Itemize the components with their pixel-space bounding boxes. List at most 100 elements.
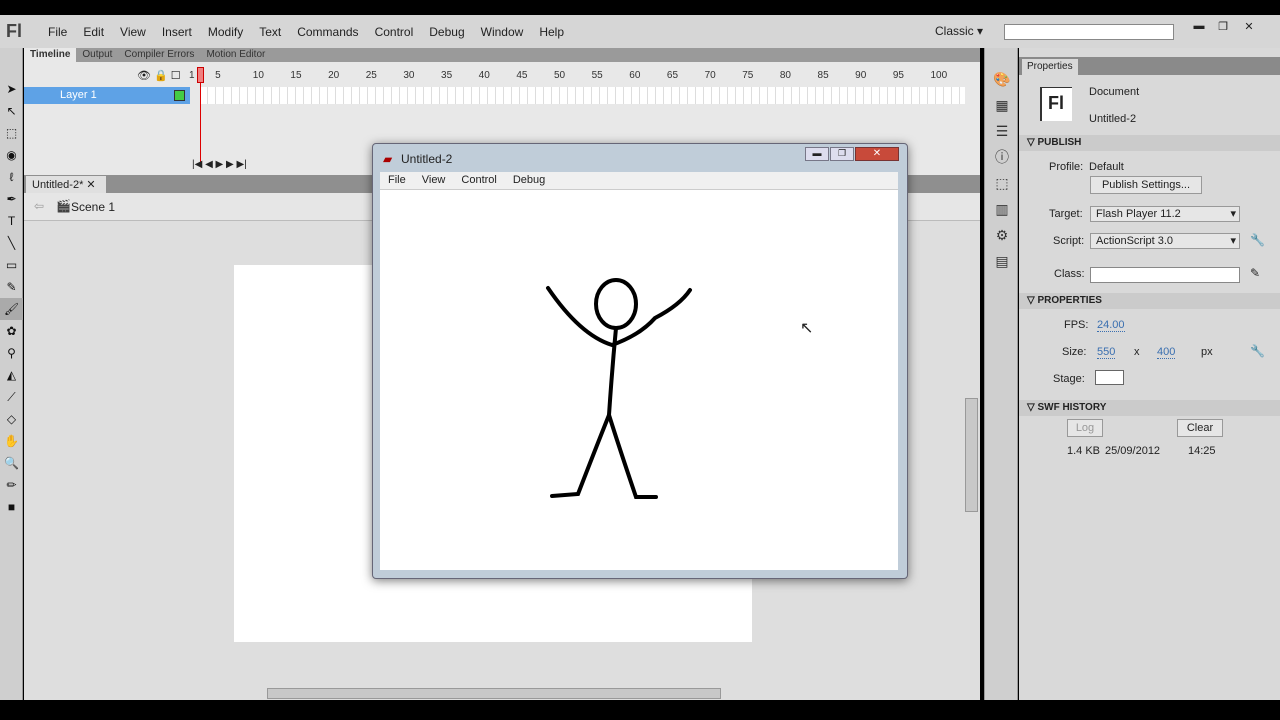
edit-class-pencil-icon[interactable]: ✎ <box>1250 266 1260 280</box>
class-input[interactable] <box>1090 267 1240 283</box>
horizontal-scrollbar[interactable] <box>267 688 721 699</box>
publish-section-header[interactable]: ▽ PUBLISH <box>1019 135 1280 151</box>
tab-output[interactable]: Output <box>76 48 118 62</box>
workspace-switcher[interactable]: Classic ▾ <box>935 24 983 38</box>
pen-tool-icon[interactable]: ✒ <box>0 188 23 210</box>
target-dropdown[interactable]: Flash Player 11.2 ▾ <box>1090 206 1240 222</box>
subselection-tool-icon[interactable]: ↖ <box>0 100 23 122</box>
menu-debug[interactable]: Debug <box>421 25 472 39</box>
stroke-color-icon[interactable]: ✏ <box>0 474 23 496</box>
fps-label: FPS: <box>1064 319 1089 331</box>
info-icon[interactable]: ⓘ <box>985 144 1019 170</box>
brush-tool-icon[interactable]: 🖌 <box>0 298 23 320</box>
layer-name: Layer 1 <box>60 89 97 101</box>
text-tool-icon[interactable]: T <box>0 210 23 232</box>
hand-tool-icon[interactable]: ✋ <box>0 430 23 452</box>
frame-grid[interactable] <box>200 87 965 104</box>
popup-close-button[interactable]: ✕ <box>855 147 899 161</box>
components-icon[interactable]: ▥ <box>985 196 1019 222</box>
free-transform-tool-icon[interactable]: ⬚ <box>0 122 23 144</box>
frame-number: 55 <box>591 70 603 81</box>
popup-menu-debug[interactable]: Debug <box>505 172 553 189</box>
panel-icon-strip: 🎨 ▦ ☰ ⓘ ⬚ ▥ ⚙ ▤ <box>984 48 1018 700</box>
stick-figure-drawing <box>546 278 692 499</box>
eraser-icon[interactable]: ◇ <box>0 408 23 430</box>
height-value[interactable]: 400 <box>1157 346 1176 359</box>
tab-properties[interactable]: Properties <box>1022 59 1078 75</box>
playhead[interactable] <box>197 67 204 83</box>
popup-menu-view[interactable]: View <box>414 172 454 189</box>
script-settings-wrench-icon[interactable]: 🔧 <box>1250 233 1265 247</box>
motion-presets-icon[interactable]: ⚙ <box>985 222 1019 248</box>
3d-rotation-tool-icon[interactable]: ◉ <box>0 144 23 166</box>
document-tab[interactable]: Untitled-2* ✕ <box>26 176 106 193</box>
menu-text[interactable]: Text <box>251 25 289 39</box>
log-button[interactable]: Log <box>1067 419 1103 437</box>
menu-modify[interactable]: Modify <box>200 25 251 39</box>
fill-color-icon[interactable]: ■ <box>0 496 23 518</box>
publish-settings-button[interactable]: Publish Settings... <box>1090 176 1202 194</box>
properties-section-header[interactable]: ▽ PROPERTIES <box>1019 293 1280 309</box>
maximize-button[interactable]: ❐ <box>1212 20 1234 34</box>
menu-view[interactable]: View <box>112 25 154 39</box>
swf-canvas[interactable] <box>380 190 898 570</box>
class-label: Class: <box>1054 268 1085 280</box>
profile-label: Profile: <box>1049 161 1084 173</box>
size-settings-wrench-icon[interactable]: 🔧 <box>1250 344 1265 358</box>
selection-tool-icon[interactable]: ➤ <box>0 78 23 100</box>
popup-maximize-button[interactable]: ❐ <box>830 147 854 161</box>
minimize-button[interactable]: ▬ <box>1188 20 1210 34</box>
layer-visibility-icons[interactable]: 👁 🔒 ☐ <box>137 69 181 82</box>
paint-bucket-icon[interactable]: ◭ <box>0 364 23 386</box>
help-search-input[interactable] <box>1004 24 1174 40</box>
layer-row[interactable]: Layer 1 <box>24 87 190 104</box>
menu-window[interactable]: Window <box>473 25 532 39</box>
menu-control[interactable]: Control <box>367 25 422 39</box>
stage-color-swatch[interactable] <box>1095 370 1124 385</box>
line-tool-icon[interactable]: ╲ <box>0 232 23 254</box>
menu-help[interactable]: Help <box>531 25 572 39</box>
menu-file[interactable]: File <box>40 25 75 39</box>
size-x: x <box>1134 346 1140 358</box>
vertical-scrollbar[interactable] <box>965 398 978 512</box>
frame-number: 30 <box>403 70 415 81</box>
transform-icon[interactable]: ⬚ <box>985 170 1019 196</box>
menu-insert[interactable]: Insert <box>154 25 200 39</box>
script-dropdown[interactable]: ActionScript 3.0 ▾ <box>1090 233 1240 249</box>
frame-number: 20 <box>328 70 340 81</box>
width-value[interactable]: 550 <box>1097 346 1116 359</box>
menu-edit[interactable]: Edit <box>75 25 112 39</box>
frame-number: 50 <box>553 70 566 81</box>
zoom-tool-icon[interactable]: 🔍 <box>0 452 23 474</box>
align-icon[interactable]: ☰ <box>985 118 1019 144</box>
frame-number: 15 <box>290 70 302 81</box>
popup-menu-file[interactable]: File <box>380 172 414 189</box>
swatches-icon[interactable]: ▦ <box>985 92 1019 118</box>
clear-button[interactable]: Clear <box>1177 419 1223 437</box>
popup-minimize-button[interactable]: ▬ <box>805 147 829 161</box>
fps-value[interactable]: 24.00 <box>1097 319 1125 332</box>
frame-number: 25 <box>365 70 377 81</box>
playback-controls[interactable]: |◀ ◀ ▶ ▶ ▶| <box>192 159 247 170</box>
rectangle-tool-icon[interactable]: ▭ <box>0 254 23 276</box>
tab-motion-editor[interactable]: Motion Editor <box>200 48 271 62</box>
bone-tool-icon[interactable]: ⚲ <box>0 342 23 364</box>
lasso-tool-icon[interactable]: ℓ <box>0 166 23 188</box>
deco-tool-icon[interactable]: ✿ <box>0 320 23 342</box>
scene-label[interactable]: Scene 1 <box>71 200 115 214</box>
eyedropper-icon[interactable]: ⟋ <box>0 386 23 408</box>
frame-number: 90 <box>855 70 867 81</box>
popup-menu-control[interactable]: Control <box>453 172 504 189</box>
popup-menu-bar: File View Control Debug <box>380 172 898 190</box>
frame-number: 70 <box>704 70 716 81</box>
swf-history-section-header[interactable]: ▽ SWF HISTORY <box>1019 400 1280 416</box>
tab-compiler-errors[interactable]: Compiler Errors <box>118 48 200 62</box>
tab-timeline[interactable]: Timeline <box>24 48 77 62</box>
frame-number: 100 <box>930 70 948 81</box>
library-icon[interactable]: ▤ <box>985 248 1019 274</box>
pencil-tool-icon[interactable]: ✎ <box>0 276 23 298</box>
color-panel-icon[interactable]: 🎨 <box>985 66 1019 92</box>
menu-commands[interactable]: Commands <box>289 25 366 39</box>
close-button[interactable]: ✕ <box>1238 20 1260 34</box>
outline-color-icon <box>174 90 185 101</box>
